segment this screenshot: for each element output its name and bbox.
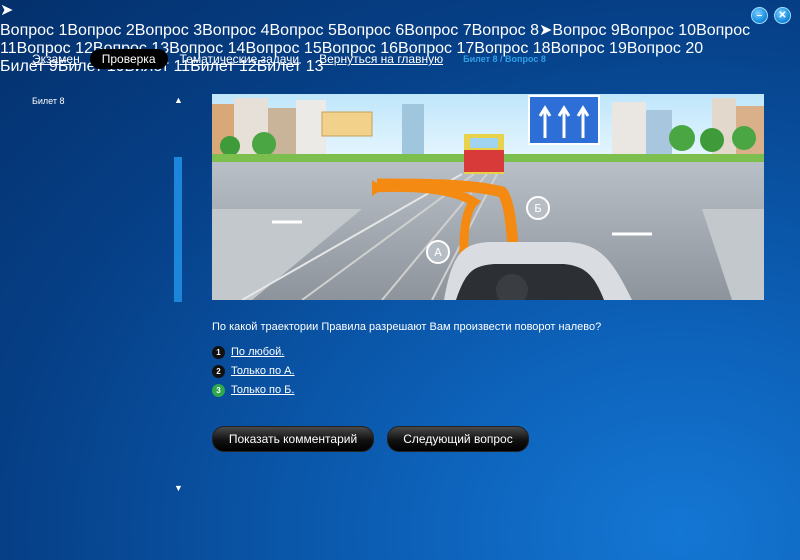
- nav-home[interactable]: Вернуться на главную: [319, 52, 443, 66]
- tree-ticket-current[interactable]: Билет 8: [32, 96, 65, 106]
- top-nav: Экзамен Проверка Тематические задачи Вер…: [22, 49, 546, 69]
- answer-option[interactable]: 2 Только по А.: [212, 364, 295, 378]
- answer-option[interactable]: 3 Только по Б.: [212, 383, 294, 397]
- trajectory-label-a: А: [434, 246, 442, 259]
- answer-number-badge: 3: [212, 383, 225, 397]
- answer-text[interactable]: Только по А.: [231, 365, 295, 377]
- close-button[interactable]: ✕: [774, 7, 791, 24]
- tree-question-item[interactable]: Вопрос 5: [270, 22, 337, 39]
- tree-question-item[interactable]: Вопрос 10: [620, 22, 696, 39]
- tree-question-item[interactable]: Вопрос 7: [404, 22, 471, 39]
- trajectory-label-b: Б: [534, 202, 542, 215]
- scroll-up-icon[interactable]: ▲: [174, 95, 183, 105]
- tree-question-item[interactable]: Вопрос 3: [135, 22, 202, 39]
- answer-option[interactable]: 1 По любой.: [212, 345, 284, 359]
- question-text: По какой траектории Правила разрешают Ва…: [212, 321, 602, 333]
- tree-question-item[interactable]: Вопрос 2: [67, 22, 134, 39]
- answer-text[interactable]: Только по Б.: [231, 384, 294, 396]
- scroll-down-icon[interactable]: ▼: [174, 483, 183, 493]
- tree-question-item[interactable]: Вопрос 20: [627, 40, 703, 57]
- next-question-button[interactable]: Следующий вопрос: [387, 426, 529, 452]
- tree-question-item[interactable]: Вопрос 9: [552, 22, 619, 39]
- tree-question-item[interactable]: Вопрос 19: [551, 40, 627, 57]
- close-icon: ✕: [778, 10, 787, 21]
- answer-number-badge: 2: [212, 364, 225, 378]
- breadcrumb: Билет 8 / Вопрос 8: [463, 54, 546, 64]
- tree-question-item[interactable]: Вопрос 6: [337, 22, 404, 39]
- minimize-icon: –: [756, 10, 763, 21]
- nav-check[interactable]: Проверка: [89, 49, 168, 69]
- scrollbar-thumb[interactable]: [174, 157, 182, 302]
- show-comment-button[interactable]: Показать комментарий: [212, 426, 374, 452]
- current-question-arrow-icon: ➤: [539, 22, 553, 39]
- tree-question-item[interactable]: Вопрос 1: [0, 22, 67, 39]
- answer-text[interactable]: По любой.: [231, 346, 284, 358]
- expanded-arrow-icon: ➤: [0, 2, 14, 19]
- road-scene-image: А Б: [212, 94, 764, 300]
- minimize-button[interactable]: –: [751, 7, 768, 24]
- tree-question-item[interactable]: Вопрос 4: [202, 22, 269, 39]
- nav-exam[interactable]: Экзамен: [32, 52, 80, 66]
- answer-number-badge: 1: [212, 345, 225, 359]
- nav-thematic[interactable]: Тематические задачи: [180, 52, 300, 66]
- tree-question-item[interactable]: Вопрос 8: [472, 22, 539, 39]
